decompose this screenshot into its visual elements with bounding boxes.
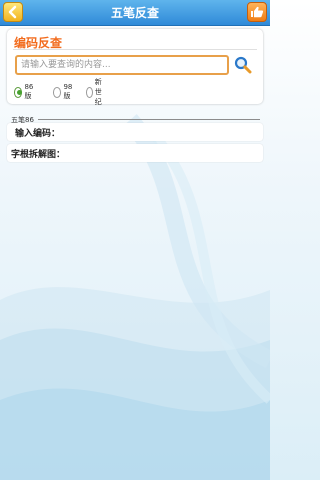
page-title: 五笔反查	[110, 6, 159, 20]
radio-98[interactable]: 98版	[53, 83, 75, 100]
radio-xinshiji-label: 新世纪	[94, 78, 102, 106]
input-code-label: 输入编码：	[15, 129, 61, 139]
decomposition-label: 字根拆解图：	[11, 150, 66, 160]
decomposition-row: 字根拆解图：	[7, 144, 263, 162]
like-button[interactable]	[247, 2, 267, 22]
thumbs-up-icon	[251, 6, 264, 18]
input-code-row: 输入编码：	[7, 123, 263, 141]
search-icon	[234, 56, 252, 74]
search-input[interactable]	[15, 55, 229, 75]
radio-86[interactable]: 86版	[14, 83, 36, 100]
radio-xinshiji[interactable]: 新世纪	[86, 78, 106, 106]
radio-98-label: 98版	[63, 83, 73, 100]
result-divider	[38, 119, 260, 120]
radio-xinshiji-circle	[86, 86, 93, 98]
radio-98-circle	[53, 86, 62, 98]
radio-86-circle	[14, 86, 23, 98]
divider	[13, 49, 257, 50]
search-button[interactable]	[234, 56, 252, 74]
title-bar: 五笔反查	[0, 0, 270, 26]
radio-86-label: 86版	[24, 83, 34, 100]
back-icon	[8, 5, 17, 19]
back-button[interactable]	[3, 2, 23, 22]
search-card: 编码反查 86版 98版 新世纪	[7, 29, 263, 106]
